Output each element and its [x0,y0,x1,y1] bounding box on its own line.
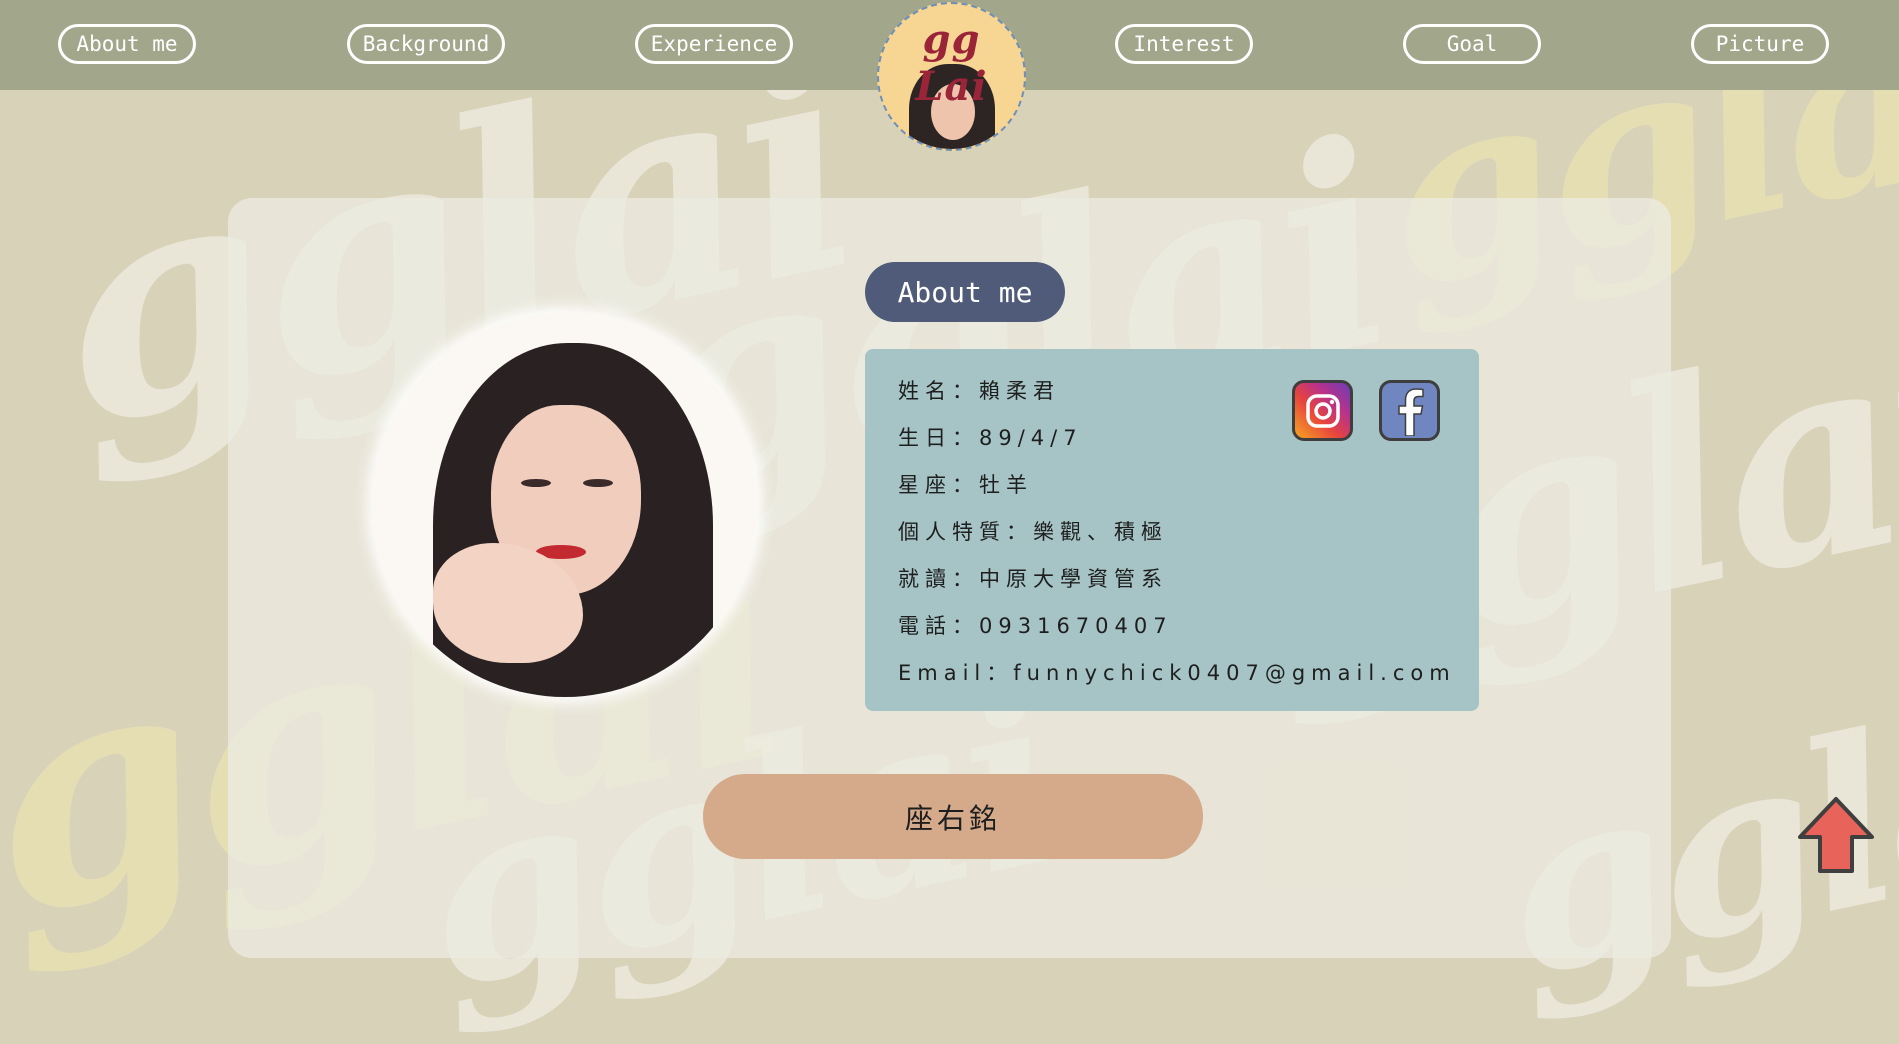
motto-button[interactable]: 座右銘 [703,774,1203,859]
instagram-glyph [1305,393,1340,428]
info-phone: 電話：0931670407 [898,614,1173,638]
info-zodiac: 星座：牡羊 [898,473,1033,497]
info-school: 就讀：中原大學資管系 [898,567,1168,591]
photo-eye [583,479,613,487]
info-name: 姓名：賴柔君 [898,379,1060,403]
instagram-icon[interactable] [1292,380,1353,441]
nav-goal[interactable]: Goal [1403,24,1541,64]
nav-about-me[interactable]: About me [58,24,196,64]
section-title: About me [865,262,1065,322]
nav-picture[interactable]: Picture [1691,24,1829,64]
profile-photo [373,313,757,697]
facebook-icon[interactable] [1379,380,1440,441]
facebook-glyph [1397,387,1424,436]
info-birthday: 生日：89/4/7 [898,426,1083,450]
info-email: Email：funnychick0407@gmail.com [898,661,1456,685]
scroll-top-arrow-icon[interactable] [1796,795,1876,875]
info-panel: 姓名：賴柔君 生日：89/4/7 星座：牡羊 個人特質：樂觀、積極 就讀：中原大… [865,349,1479,711]
nav-background[interactable]: Background [347,24,505,64]
info-traits: 個人特質：樂觀、積極 [898,520,1168,544]
site-logo[interactable]: gg Lai [877,2,1026,151]
logo-text: gg Lai [915,16,988,110]
nav-interest[interactable]: Interest [1115,24,1253,64]
photo-eye [521,479,551,487]
nav-experience[interactable]: Experience [635,24,793,64]
